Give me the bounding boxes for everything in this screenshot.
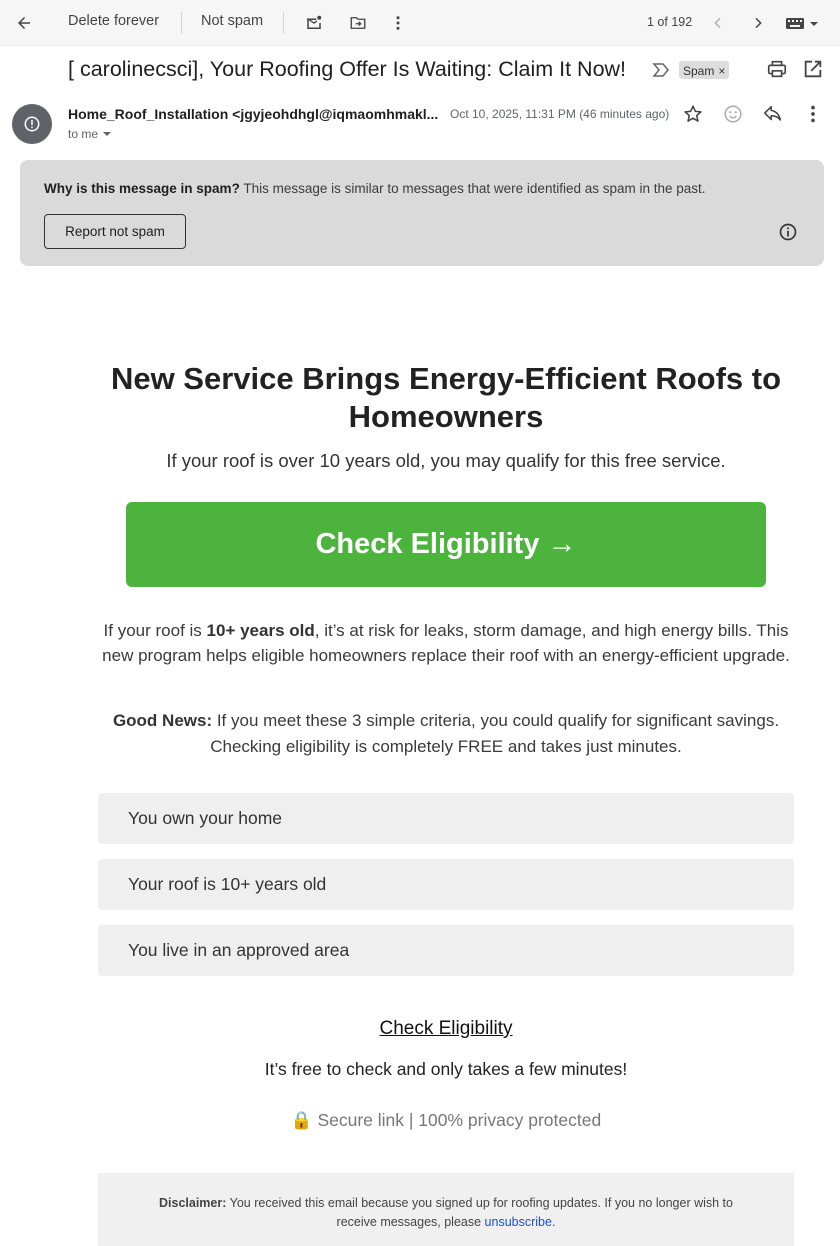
sender-avatar	[12, 104, 52, 144]
emoji-icon[interactable]	[722, 103, 746, 127]
alert-circle-icon	[24, 116, 40, 132]
open-new-window-icon[interactable]	[802, 58, 826, 82]
more-vert-icon[interactable]	[384, 9, 412, 37]
body-paragraph-2: Good News: If you meet these 3 simple cr…	[90, 708, 802, 760]
para1-bold: 10+ years old	[206, 621, 315, 640]
keyboard-icon[interactable]	[784, 13, 820, 33]
check-eligibility-link[interactable]: Check Eligibility	[80, 1018, 812, 1040]
secure-link-text: 🔒 Secure link | 100% privacy protected	[290, 1110, 602, 1130]
disclaimer-text: You received this email because you sign…	[226, 1196, 733, 1229]
criteria-item: Your roof is 10+ years old	[98, 859, 794, 910]
check-eligibility-button[interactable]: Check Eligibility →	[126, 502, 766, 587]
caret-down-icon	[103, 132, 112, 136]
email-headline: New Service Brings Energy-Efficient Roof…	[110, 361, 782, 434]
toolbar-divider	[283, 12, 284, 34]
back-icon[interactable]	[10, 9, 38, 37]
folder-move-icon[interactable]	[344, 9, 372, 37]
spam-reason: Why is this message in spam? This messag…	[44, 181, 706, 196]
email-subhead: If your roof is over 10 years old, you m…	[166, 450, 726, 471]
star-icon[interactable]	[682, 103, 706, 127]
report-not-spam-button[interactable]: Report not spam	[44, 214, 186, 249]
disclaimer-box: Disclaimer: You received this email beca…	[98, 1173, 794, 1246]
spam-label-badge: Spam ×	[679, 61, 730, 79]
chevron-right-icon[interactable]	[744, 9, 772, 37]
criteria-item: You own your home	[98, 793, 794, 844]
sender-email: <jgyjeohdhgl@iqmaomhmakl...	[232, 106, 439, 122]
disclaimer-label: Disclaimer:	[159, 1196, 227, 1210]
info-icon[interactable]	[778, 222, 798, 242]
spam-label-text: Spam	[683, 63, 715, 78]
delete-forever-button[interactable]: Delete forever	[68, 13, 159, 29]
sender[interactable]: Home_Roof_Installation <jgyjeohdhgl@iqma…	[68, 106, 438, 122]
body-paragraph-1: If your roof is 10+ years old, it’s at r…	[90, 618, 802, 668]
disclaimer-end: .	[551, 1215, 556, 1229]
para2-bold: Good News:	[112, 711, 213, 730]
message-count: 1 of 192	[647, 15, 693, 29]
spam-warning-banner: Why is this message in spam? This messag…	[20, 160, 824, 266]
para1-pre: If your roof is	[103, 621, 207, 640]
recipient-details[interactable]: to me	[68, 127, 112, 141]
remove-label-icon[interactable]: ×	[718, 64, 725, 78]
para2-text: If you meet these 3 simple criteria, you…	[210, 711, 780, 756]
spam-explanation: This message is similar to messages that…	[243, 181, 706, 196]
mail-unread-icon[interactable]	[300, 9, 328, 37]
not-spam-button[interactable]: Not spam	[201, 13, 263, 29]
email-subject: [ carolinecsci], Your Roofing Offer Is W…	[68, 57, 627, 81]
free-check-text: It’s free to check and only takes a few …	[264, 1059, 628, 1079]
print-icon[interactable]	[766, 58, 790, 82]
spam-question: Why is this message in spam?	[44, 181, 240, 196]
toolbar-divider	[181, 12, 182, 34]
more-vert-icon[interactable]	[802, 103, 826, 127]
email-date: Oct 10, 2025, 11:31 PM (46 minutes ago)	[450, 107, 670, 121]
unsubscribe-link[interactable]: unsubscribe	[485, 1215, 552, 1229]
sender-name: Home_Roof_Installation	[68, 106, 229, 122]
toolbar: Delete forever Not spam 1 of 192	[0, 0, 840, 46]
criteria-item: You live in an approved area	[98, 925, 794, 976]
reply-icon[interactable]	[762, 103, 786, 127]
recipient-label: to me	[68, 127, 99, 141]
chevron-left-icon[interactable]	[704, 9, 732, 37]
importance-marker-icon[interactable]	[652, 62, 670, 78]
